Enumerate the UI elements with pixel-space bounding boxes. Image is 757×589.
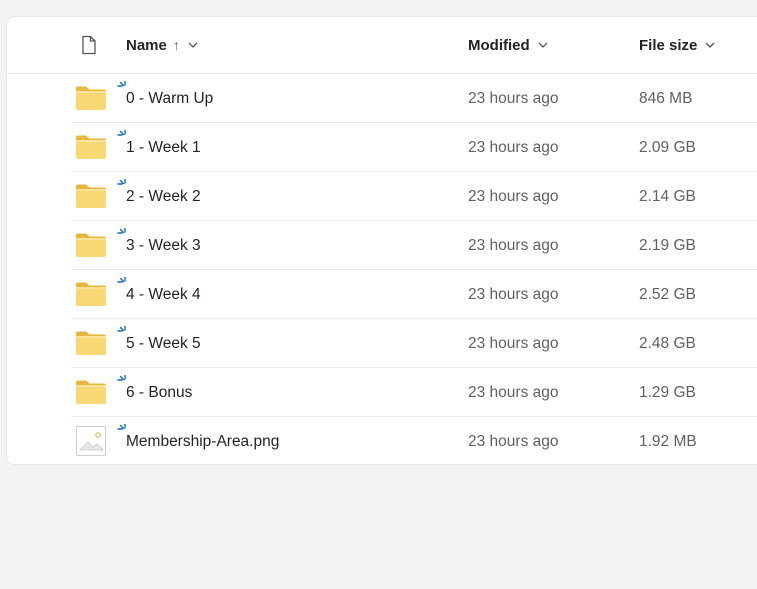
folder-icon bbox=[76, 135, 106, 159]
item-name[interactable]: 4 - Week 4 bbox=[126, 286, 201, 304]
file-size-column-header[interactable]: File size bbox=[639, 17, 715, 73]
item-size: 1.92 MB bbox=[639, 433, 697, 450]
folder-row[interactable]: 1 - Week 1 23 hours ago 2.09 GB bbox=[71, 123, 757, 172]
item-name[interactable]: 3 - Week 3 bbox=[126, 237, 201, 255]
folder-icon bbox=[76, 184, 106, 208]
item-modified: 23 hours ago bbox=[468, 139, 559, 156]
item-name[interactable]: 2 - Week 2 bbox=[126, 188, 201, 206]
item-modified: 23 hours ago bbox=[468, 188, 559, 205]
folder-icon bbox=[76, 233, 106, 257]
item-name[interactable]: 6 - Bonus bbox=[126, 384, 192, 402]
item-size: 846 MB bbox=[639, 90, 693, 107]
folder-row[interactable]: 4 - Week 4 23 hours ago 2.52 GB bbox=[71, 270, 757, 319]
modified-column-header[interactable]: Modified bbox=[468, 17, 548, 73]
file-type-icon[interactable] bbox=[81, 35, 97, 55]
item-name[interactable]: 5 - Week 5 bbox=[126, 335, 201, 353]
item-name[interactable]: Membership-Area.png bbox=[126, 433, 279, 451]
folder-row[interactable]: 2 - Week 2 23 hours ago 2.14 GB bbox=[71, 172, 757, 221]
image-file-icon bbox=[76, 426, 106, 456]
item-name[interactable]: 0 - Warm Up bbox=[126, 90, 213, 108]
modified-column-label: Modified bbox=[468, 36, 530, 54]
name-column-header[interactable]: Name ↑ bbox=[126, 17, 198, 73]
item-size: 1.29 GB bbox=[639, 384, 696, 401]
folder-row[interactable]: 0 - Warm Up 23 hours ago 846 MB bbox=[71, 74, 757, 123]
item-modified: 23 hours ago bbox=[468, 433, 559, 450]
chevron-down-icon[interactable] bbox=[188, 40, 198, 50]
folder-row[interactable]: 6 - Bonus 23 hours ago 1.29 GB bbox=[71, 368, 757, 417]
chevron-down-icon[interactable] bbox=[705, 40, 715, 50]
folder-icon bbox=[76, 86, 106, 110]
item-modified: 23 hours ago bbox=[468, 335, 559, 352]
item-modified: 23 hours ago bbox=[468, 90, 559, 107]
folder-icon bbox=[76, 282, 106, 306]
item-modified: 23 hours ago bbox=[468, 237, 559, 254]
sort-ascending-icon: ↑ bbox=[172, 37, 180, 53]
chevron-down-icon[interactable] bbox=[538, 40, 548, 50]
folder-row[interactable]: 5 - Week 5 23 hours ago 2.48 GB bbox=[71, 319, 757, 368]
item-size: 2.09 GB bbox=[639, 139, 696, 156]
item-size: 2.19 GB bbox=[639, 237, 696, 254]
folder-icon bbox=[76, 331, 106, 355]
item-size: 2.48 GB bbox=[639, 335, 696, 352]
item-size: 2.14 GB bbox=[639, 188, 696, 205]
item-name[interactable]: 1 - Week 1 bbox=[126, 139, 201, 157]
item-size: 2.52 GB bbox=[639, 286, 696, 303]
folder-icon bbox=[76, 380, 106, 404]
item-modified: 23 hours ago bbox=[468, 286, 559, 303]
file-size-column-label: File size bbox=[639, 36, 698, 54]
name-column-label: Name bbox=[126, 36, 167, 54]
file-row[interactable]: Membership-Area.png 23 hours ago 1.92 MB bbox=[71, 417, 757, 464]
folder-row[interactable]: 3 - Week 3 23 hours ago 2.19 GB bbox=[71, 221, 757, 270]
item-modified: 23 hours ago bbox=[468, 384, 559, 401]
file-list-panel: Name ↑ Modified File size 0 - Warm Up 23 … bbox=[6, 16, 757, 465]
column-header-row: Name ↑ Modified File size bbox=[7, 17, 757, 74]
